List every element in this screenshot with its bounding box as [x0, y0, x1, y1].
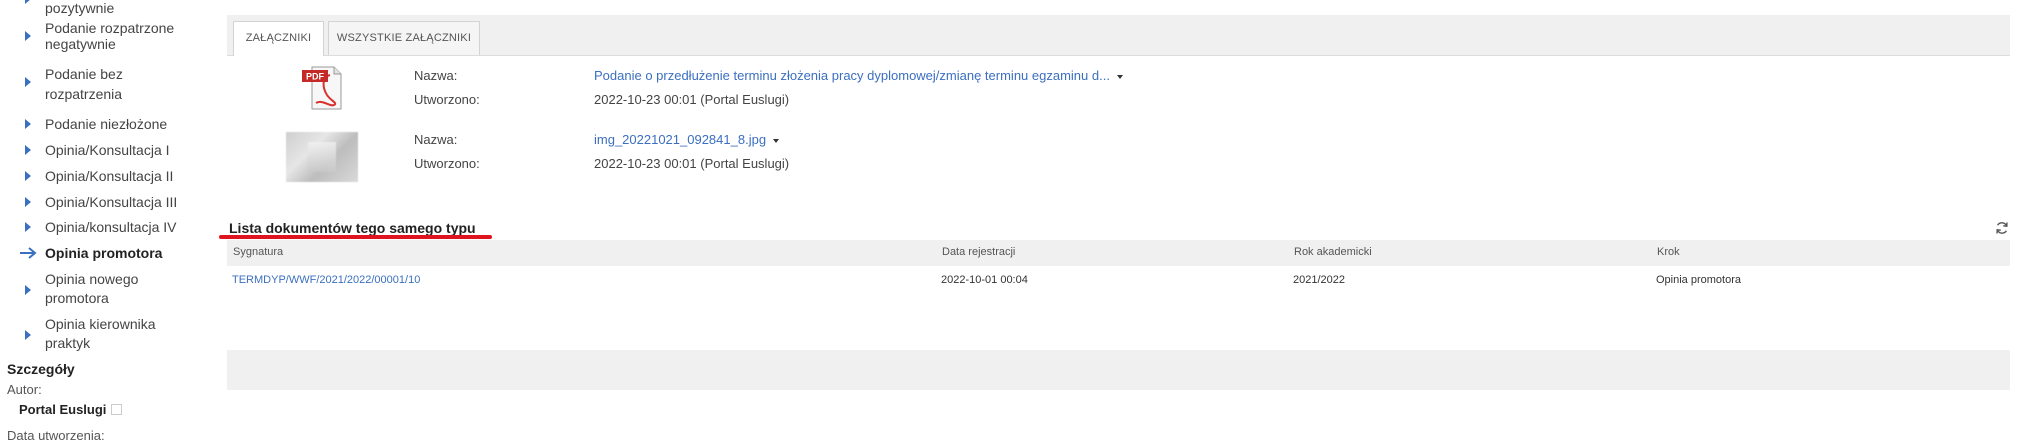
tab-wszystkie-zalaczniki[interactable]: WSZYSTKIE ZAŁĄCZNIKI [328, 21, 480, 55]
author-label: Autor: [7, 382, 42, 397]
attachment-created-value: 2022-10-23 00:01 (Portal Euslugi) [594, 156, 790, 171]
arrow-right-icon [25, 330, 31, 340]
academic-year-cell: 2021/2022 [1293, 274, 1345, 286]
column-header-rok-akademicki[interactable]: Rok akademicki [1294, 246, 1372, 258]
attachment-name-text: Podanie o przedłużenie terminu złożenia … [594, 68, 1110, 83]
sidebar-item-label: negatywnie [45, 36, 116, 52]
sidebar-item-label: rozpatrzenia [45, 86, 123, 102]
current-step-arrow-icon [20, 247, 37, 259]
arrow-right-icon [25, 119, 31, 129]
arrow-right-icon [25, 31, 31, 41]
sidebar-item-opinia-promotora[interactable]: Opinia promotora [0, 243, 215, 263]
arrow-right-icon [25, 222, 31, 232]
step-cell: Opinia promotora [1656, 274, 1741, 286]
sidebar-item-label: Opinia/Konsultacja II [45, 168, 174, 184]
attachment-name-label: Nazwa: [414, 68, 458, 83]
arrow-right-icon [25, 285, 31, 295]
attachment-created-label: Utworzono: [414, 156, 480, 171]
refresh-icon[interactable] [1995, 221, 2009, 235]
image-thumbnail[interactable] [286, 132, 358, 182]
sidebar-item-opinia-kierownika-praktyk[interactable]: Opinia kierownika praktyk [0, 315, 215, 357]
attachment-created-value: 2022-10-23 00:01 (Portal Euslugi) [594, 92, 790, 107]
arrow-right-icon [25, 197, 31, 207]
svg-text:PDF: PDF [306, 72, 325, 82]
author-checkbox[interactable] [111, 404, 122, 415]
arrow-right-icon [25, 145, 31, 155]
sidebar-item-label: Podanie bez [45, 66, 123, 82]
table-header: Sygnatura Data rejestracji Rok akademick… [227, 240, 2010, 266]
sidebar-nav: pozytywnie Podanie rozpatrzone negatywni… [0, 0, 220, 443]
table-footer-band [227, 350, 2010, 390]
attachment-created-label: Utworzono: [414, 92, 480, 107]
sidebar-item-label: promotora [45, 290, 109, 306]
sidebar-item-label: Opinia kierownika [45, 316, 156, 332]
sidebar-item-label: praktyk [45, 335, 91, 351]
sidebar-item-opinia-konsultacja-3[interactable]: Opinia/Konsultacja III [0, 192, 215, 212]
details-heading: Szczegóły [7, 361, 75, 377]
sidebar-item-podanie-bez-rozpatrzenia[interactable]: Podanie bez rozpatrzenia [0, 66, 215, 112]
document-signature-link[interactable]: TERMDYP/WWF/2021/2022/00001/10 [232, 274, 420, 286]
sidebar-item-podanie-niezlozone[interactable]: Podanie niezłożone [0, 114, 215, 134]
sidebar-item-label: Opinia/Konsultacja I [45, 142, 170, 158]
highlight-underline [219, 235, 492, 239]
dropdown-caret-icon[interactable] [773, 138, 780, 143]
sidebar-item-opinia-konsultacja-4[interactable]: Opinia/konsultacja IV [0, 217, 215, 237]
sidebar-item-opinia-konsultacja-1[interactable]: Opinia/Konsultacja I [0, 140, 215, 160]
sidebar-item-opinia-konsultacja-2[interactable]: Opinia/Konsultacja II [0, 166, 215, 186]
arrow-right-icon [25, 0, 31, 4]
sidebar-item-opinia-nowego-promotora[interactable]: Opinia nowego promotora [0, 270, 215, 312]
column-header-data-rejestracji[interactable]: Data rejestracji [942, 246, 1015, 258]
registration-date-cell: 2022-10-01 00:04 [941, 274, 1028, 286]
column-header-krok[interactable]: Krok [1657, 246, 1680, 258]
sidebar-item-label: Podanie niezłożone [45, 116, 168, 132]
documents-section-title: Lista dokumentów tego samego typu [229, 220, 476, 236]
created-date-label: Data utworzenia: [7, 428, 105, 443]
attachment-name-link[interactable]: img_20221021_092841_8.jpg [594, 132, 780, 147]
attachment-item: Nazwa: img_20221021_092841_8.jpg Utworzo… [227, 132, 2007, 192]
dropdown-caret-icon[interactable] [1116, 74, 1123, 79]
sidebar-item-label: Opinia/konsultacja IV [45, 219, 177, 235]
sidebar-item-pozytywnie[interactable]: pozytywnie [0, 0, 215, 16]
sidebar-item-label: Opinia nowego [45, 271, 139, 287]
author-value: Portal Euslugi [19, 402, 107, 417]
attachment-name-link[interactable]: Podanie o przedłużenie terminu złożenia … [594, 68, 1123, 83]
arrow-right-icon [25, 171, 31, 181]
attachment-name-text: img_20221021_092841_8.jpg [594, 132, 767, 147]
tab-zalaczniki[interactable]: ZAŁĄCZNIKI [233, 21, 324, 56]
attachments-tab-bar: ZAŁĄCZNIKI WSZYSTKIE ZAŁĄCZNIKI [227, 15, 2010, 56]
attachment-item: PDF Nazwa: Podanie o przedłużenie termin… [227, 65, 2007, 128]
sidebar-item-label: Opinia promotora [45, 245, 163, 261]
sidebar-item-podanie-rozpatrzone-negatywnie[interactable]: Podanie rozpatrzone negatywnie [0, 20, 215, 66]
pdf-file-icon[interactable]: PDF [300, 65, 344, 111]
attachment-name-label: Nazwa: [414, 132, 458, 147]
column-header-sygnatura[interactable]: Sygnatura [233, 246, 283, 258]
sidebar-item-label: pozytywnie [45, 0, 115, 16]
arrow-right-icon [25, 77, 31, 87]
sidebar-item-label: Opinia/Konsultacja III [45, 194, 178, 210]
